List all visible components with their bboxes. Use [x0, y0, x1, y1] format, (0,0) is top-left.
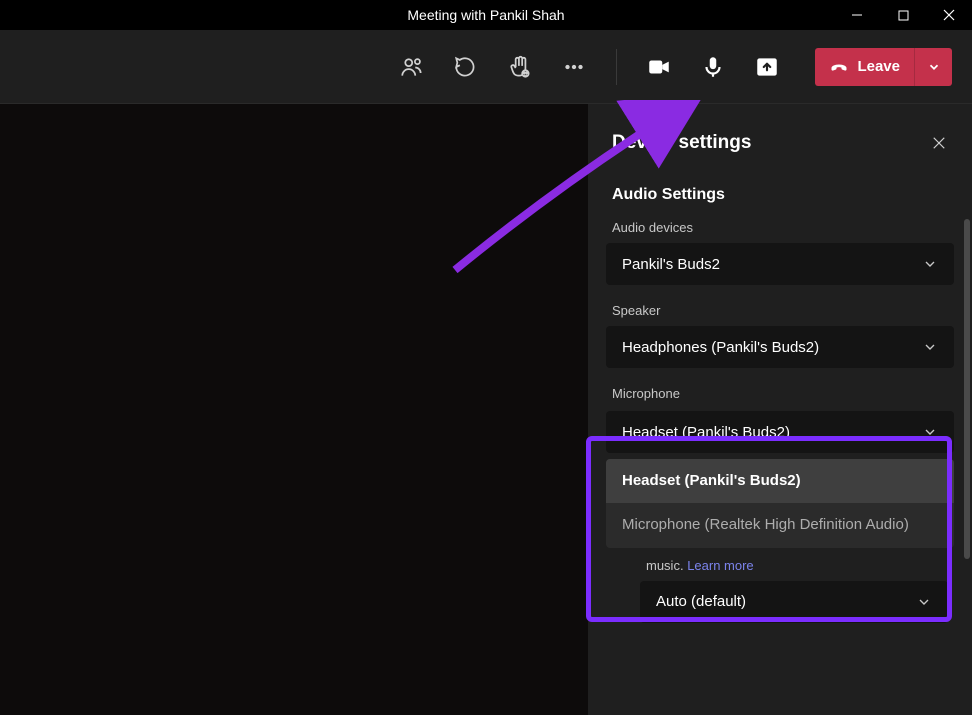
- noise-suppression-select[interactable]: Auto (default): [640, 581, 948, 623]
- learn-more-link[interactable]: Learn more: [687, 558, 753, 573]
- audio-devices-label: Audio devices: [612, 220, 948, 235]
- raise-hand-icon[interactable]: [500, 47, 540, 87]
- mic-option[interactable]: Microphone (Realtek High Definition Audi…: [606, 503, 954, 547]
- microphone-label: Microphone: [612, 386, 948, 401]
- maximize-button[interactable]: [880, 0, 926, 30]
- microphone-value: Headset (Pankil's Buds2): [622, 424, 790, 441]
- audio-settings-heading: Audio Settings: [612, 186, 948, 204]
- camera-icon[interactable]: [639, 47, 679, 87]
- chevron-down-icon: [916, 594, 932, 610]
- more-options-icon[interactable]: [554, 47, 594, 87]
- window-title: Meeting with Pankil Shah: [407, 7, 564, 23]
- close-button[interactable]: [926, 0, 972, 30]
- content-area: Device settings Audio Settings Audio dev…: [0, 104, 972, 715]
- window-controls: [834, 0, 972, 30]
- participants-icon[interactable]: [392, 47, 432, 87]
- video-stage: [0, 104, 588, 715]
- chevron-down-icon: [922, 256, 938, 272]
- speaker-select[interactable]: Headphones (Pankil's Buds2): [606, 326, 954, 368]
- titlebar: Meeting with Pankil Shah: [0, 0, 972, 30]
- share-screen-icon[interactable]: [747, 47, 787, 87]
- close-icon: [930, 134, 948, 152]
- noise-suppression-value: Auto (default): [656, 593, 746, 610]
- speaker-value: Headphones (Pankil's Buds2): [622, 339, 819, 356]
- microphone-dropdown: Headset (Pankil's Buds2) Microphone (Rea…: [606, 459, 954, 548]
- panel-title: Device settings: [612, 132, 751, 154]
- leave-button-group: Leave: [815, 48, 952, 86]
- meeting-toolbar: Leave: [0, 30, 972, 104]
- noise-suppression-hint: music. Learn more: [646, 558, 954, 573]
- audio-devices-value: Pankil's Buds2: [622, 256, 720, 273]
- audio-devices-select[interactable]: Pankil's Buds2: [606, 243, 954, 285]
- minimize-button[interactable]: [834, 0, 880, 30]
- leave-options-button[interactable]: [914, 48, 952, 86]
- leave-label: Leave: [857, 58, 900, 75]
- hangup-icon: [829, 57, 849, 77]
- chevron-down-icon: [922, 424, 938, 440]
- chevron-down-icon: [927, 60, 941, 74]
- chevron-down-icon: [922, 339, 938, 355]
- microphone-icon[interactable]: [693, 47, 733, 87]
- chat-icon[interactable]: [446, 47, 486, 87]
- speaker-label: Speaker: [612, 303, 948, 318]
- toolbar-separator: [616, 49, 617, 85]
- microphone-select[interactable]: Headset (Pankil's Buds2): [606, 411, 954, 453]
- device-settings-panel: Device settings Audio Settings Audio dev…: [588, 104, 972, 715]
- close-panel-button[interactable]: [930, 134, 948, 152]
- mic-option-selected[interactable]: Headset (Pankil's Buds2): [606, 459, 954, 503]
- leave-button[interactable]: Leave: [815, 48, 914, 86]
